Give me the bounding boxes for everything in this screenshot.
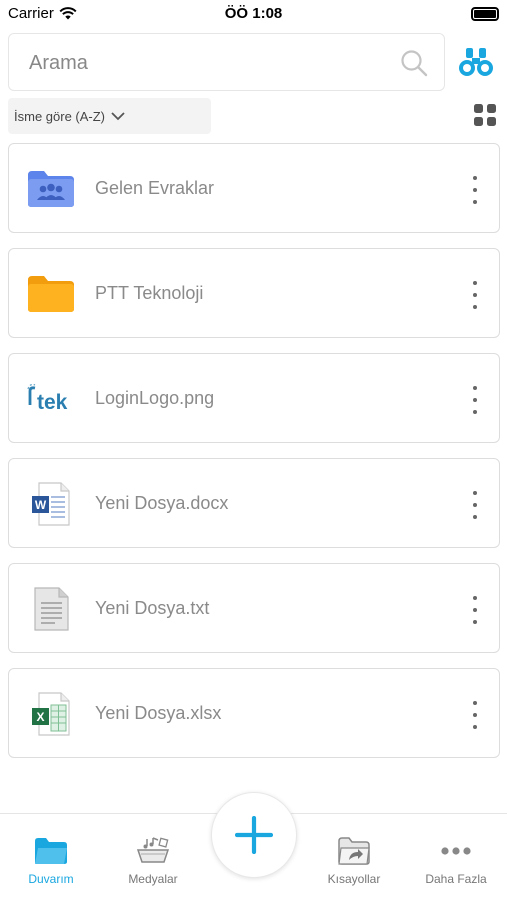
list-item[interactable]: Yeni Dosya.txt — [8, 563, 500, 653]
svg-text:W: W — [35, 498, 47, 512]
excel-document-icon: X — [25, 689, 77, 739]
chevron-down-icon — [111, 112, 125, 121]
image-thumbnail-icon: tek — [25, 374, 77, 424]
file-list: Gelen Evraklar PTT Teknoloji tek LoginLo… — [8, 143, 500, 773]
search-box[interactable] — [8, 33, 445, 91]
text-document-icon — [25, 584, 77, 634]
list-item[interactable]: Gelen Evraklar — [8, 143, 500, 233]
file-name: Yeni Dosya.txt — [95, 598, 210, 618]
list-item[interactable]: PTT Teknoloji — [8, 248, 500, 338]
list-item[interactable]: W Yeni Dosya.docx — [8, 458, 500, 548]
search-icon[interactable] — [399, 48, 429, 78]
more-vertical-icon[interactable] — [469, 491, 481, 519]
battery-icon — [471, 7, 499, 21]
more-vertical-icon[interactable] — [469, 386, 481, 414]
clock: ÖÖ 1:08 — [224, 5, 283, 22]
search-input[interactable] — [29, 48, 389, 78]
tab-medyalar[interactable]: Medyalar — [108, 814, 198, 900]
file-name: LoginLogo.png — [95, 388, 215, 408]
file-name: PTT Teknoloji — [95, 283, 204, 303]
shortcuts-icon — [336, 836, 372, 866]
word-document-icon: W — [25, 479, 77, 529]
list-item[interactable]: tek LoginLogo.png — [8, 353, 500, 443]
sort-dropdown[interactable]: İsme göre (A-Z) — [8, 98, 211, 134]
more-vertical-icon[interactable] — [469, 701, 481, 729]
tab-duvarim[interactable]: Duvarım — [6, 814, 96, 900]
thumbnail-text: tek — [37, 391, 68, 414]
file-name: Gelen Evraklar — [95, 178, 215, 198]
svg-text:X: X — [36, 710, 44, 724]
tab-label: Duvarım — [28, 872, 74, 886]
tab-daha-fazla[interactable]: Daha Fazla — [411, 814, 501, 900]
tab-label: Medyalar — [128, 872, 178, 886]
folder-icon — [33, 836, 69, 866]
status-bar: Carrier ÖÖ 1:08 — [0, 0, 507, 28]
binoculars-icon[interactable] — [458, 46, 494, 78]
add-button[interactable] — [211, 792, 297, 878]
more-vertical-icon[interactable] — [469, 176, 481, 204]
tab-kisayollar[interactable]: Kısayollar — [309, 814, 399, 900]
more-vertical-icon[interactable] — [469, 596, 481, 624]
file-name: Yeni Dosya.docx — [95, 493, 229, 513]
tab-label: Kısayollar — [327, 872, 381, 886]
plus-icon — [235, 816, 273, 854]
tab-label: Daha Fazla — [425, 872, 487, 886]
sort-label: İsme göre (A-Z) — [14, 108, 106, 124]
more-horizontal-icon — [438, 836, 474, 866]
list-item[interactable]: X Yeni Dosya.xlsx — [8, 668, 500, 758]
more-vertical-icon[interactable] — [469, 281, 481, 309]
folder-icon — [25, 269, 77, 319]
grid-view-icon[interactable] — [474, 104, 496, 126]
shared-folder-icon — [25, 164, 77, 214]
media-icon — [135, 836, 171, 866]
file-name: Yeni Dosya.xlsx — [95, 703, 222, 723]
